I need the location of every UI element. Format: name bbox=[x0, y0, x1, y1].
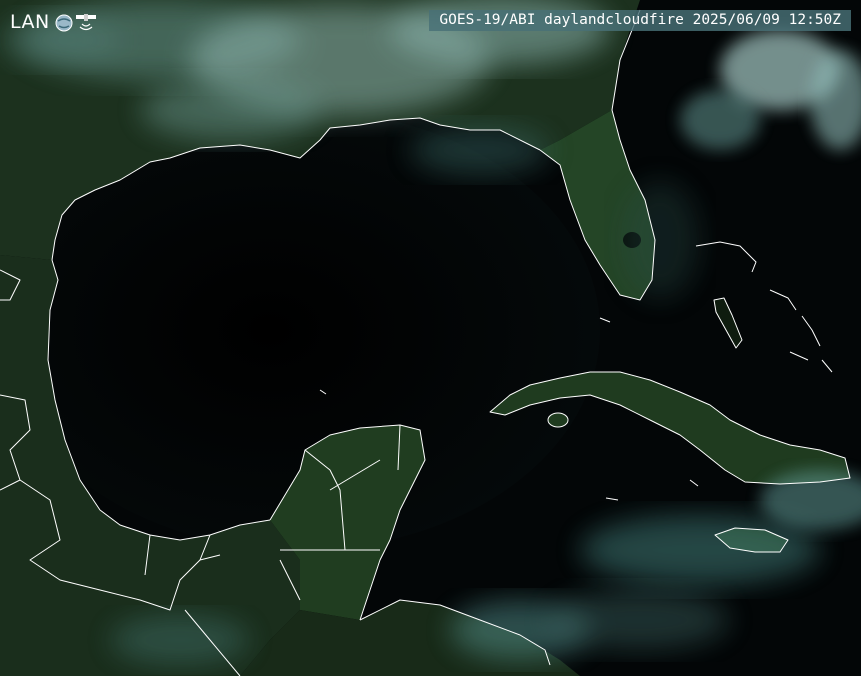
logo-text: LAN bbox=[10, 11, 50, 33]
logo: LAN bbox=[10, 10, 102, 34]
satellite-icon bbox=[55, 14, 96, 32]
map-layer bbox=[0, 0, 861, 676]
title-banner: GOES-19/ABI daylandcloudfire 2025/06/09 … bbox=[429, 10, 851, 31]
image-title: GOES-19/ABI daylandcloudfire 2025/06/09 … bbox=[439, 12, 841, 28]
satellite-map[interactable]: LAN GOES-19/ABI daylandcloudfire 2025/06… bbox=[0, 0, 861, 676]
